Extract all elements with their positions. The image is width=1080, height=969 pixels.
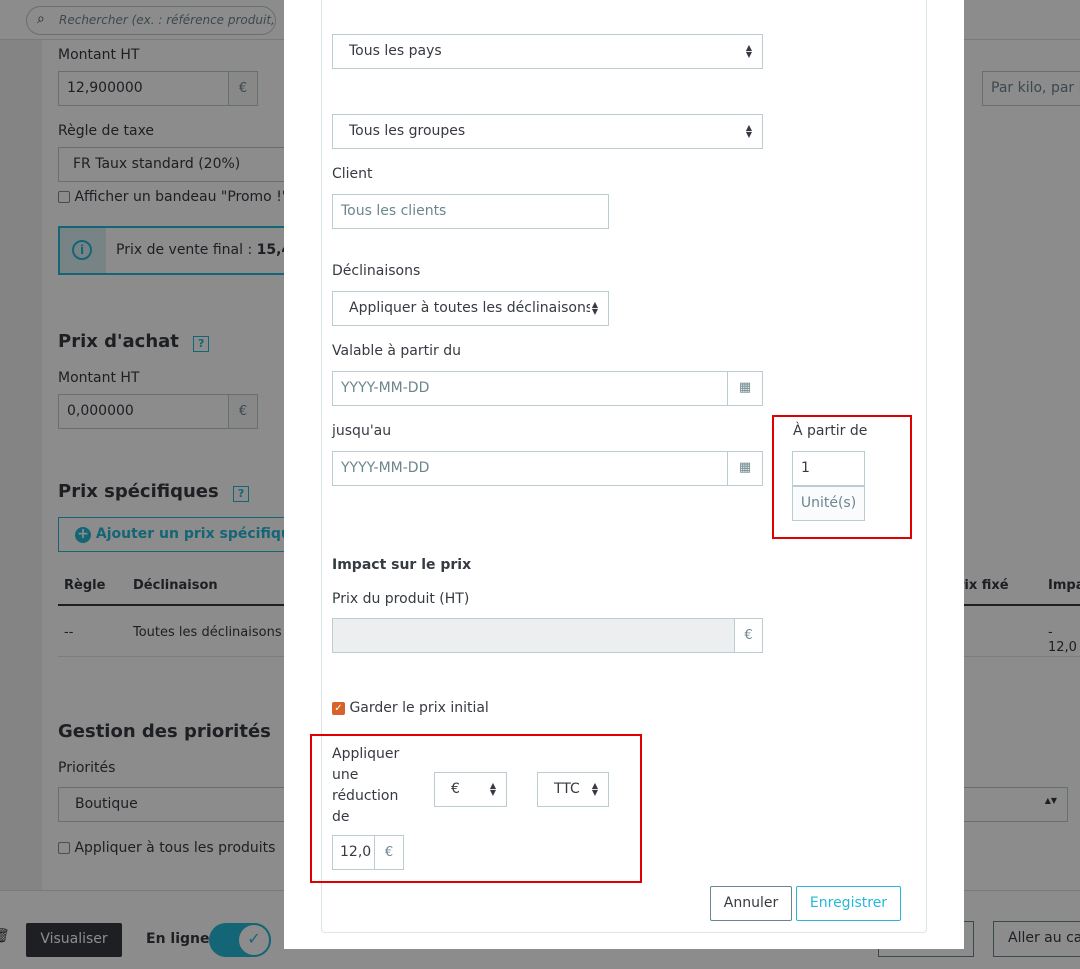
reduction-type-value: €	[451, 781, 460, 797]
apply-reduction-label: Appliquer une réduction de	[332, 744, 399, 828]
specific-price-modal: Tous les pays ▲ ▼ Tous les groupes ▲ ▼ Cli…	[284, 0, 964, 949]
date-from-input[interactable]: YYYY-MM-DD	[332, 371, 728, 406]
until-label: jusqu'au	[332, 423, 392, 439]
client-input[interactable]: Tous les clients	[332, 194, 609, 229]
tax-mode-select[interactable]: TTC ▲ ▼	[537, 772, 609, 807]
unit-addon: Unité(s)	[792, 486, 865, 521]
select-arrows-icon: ▲▼	[591, 781, 598, 797]
group-select-value: Tous les groupes	[349, 123, 466, 139]
country-select[interactable]: Tous les pays ▲ ▼	[332, 34, 763, 69]
group-select[interactable]: Tous les groupes ▲ ▼	[332, 114, 763, 149]
calendar-icon[interactable]: ▦	[727, 451, 763, 486]
product-price-label: Prix du produit (HT)	[332, 591, 470, 607]
currency-addon: €	[374, 835, 404, 870]
select-arrows-icon: ▲▼	[589, 300, 598, 316]
product-price-input	[332, 618, 735, 653]
combinations-select-value: Appliquer à toutes les déclinaisons	[349, 300, 594, 316]
keep-initial-price-row[interactable]: ✓ Garder le prix initial	[332, 700, 489, 716]
date-to-input[interactable]: YYYY-MM-DD	[332, 451, 728, 486]
keep-initial-price-checkbox[interactable]: ✓	[332, 701, 345, 715]
apply-reduction-line-1: Appliquer	[332, 746, 400, 762]
apply-reduction-line-3: réduction	[332, 788, 399, 804]
keep-initial-price-label: Garder le prix initial	[349, 700, 489, 716]
currency-addon: €	[734, 618, 763, 653]
from-quantity-label: À partir de	[793, 423, 868, 439]
from-quantity-input[interactable]: 1	[792, 451, 865, 486]
select-arrows-icon: ▲▼	[745, 123, 752, 139]
price-impact-title: Impact sur le prix	[332, 557, 472, 573]
save-button[interactable]: Enregistrer	[796, 886, 901, 921]
reduction-type-select[interactable]: € ▲ ▼	[434, 772, 507, 807]
country-select-value: Tous les pays	[349, 43, 442, 59]
apply-reduction-line-4: de	[332, 809, 350, 825]
tax-mode-value: TTC	[554, 781, 580, 797]
combinations-select[interactable]: Appliquer à toutes les déclinaisons ▲ ▼	[332, 291, 609, 326]
client-label: Client	[332, 166, 373, 182]
select-arrows-icon: ▲▼	[489, 781, 496, 797]
cancel-button[interactable]: Annuler	[710, 886, 792, 921]
combinations-label: Déclinaisons	[332, 263, 421, 279]
valid-from-label: Valable à partir du	[332, 343, 461, 359]
apply-reduction-line-2: une	[332, 767, 359, 783]
select-arrows-icon: ▲▼	[745, 43, 752, 59]
reduction-value-input[interactable]: 12,0	[332, 835, 375, 870]
calendar-icon[interactable]: ▦	[727, 371, 763, 406]
